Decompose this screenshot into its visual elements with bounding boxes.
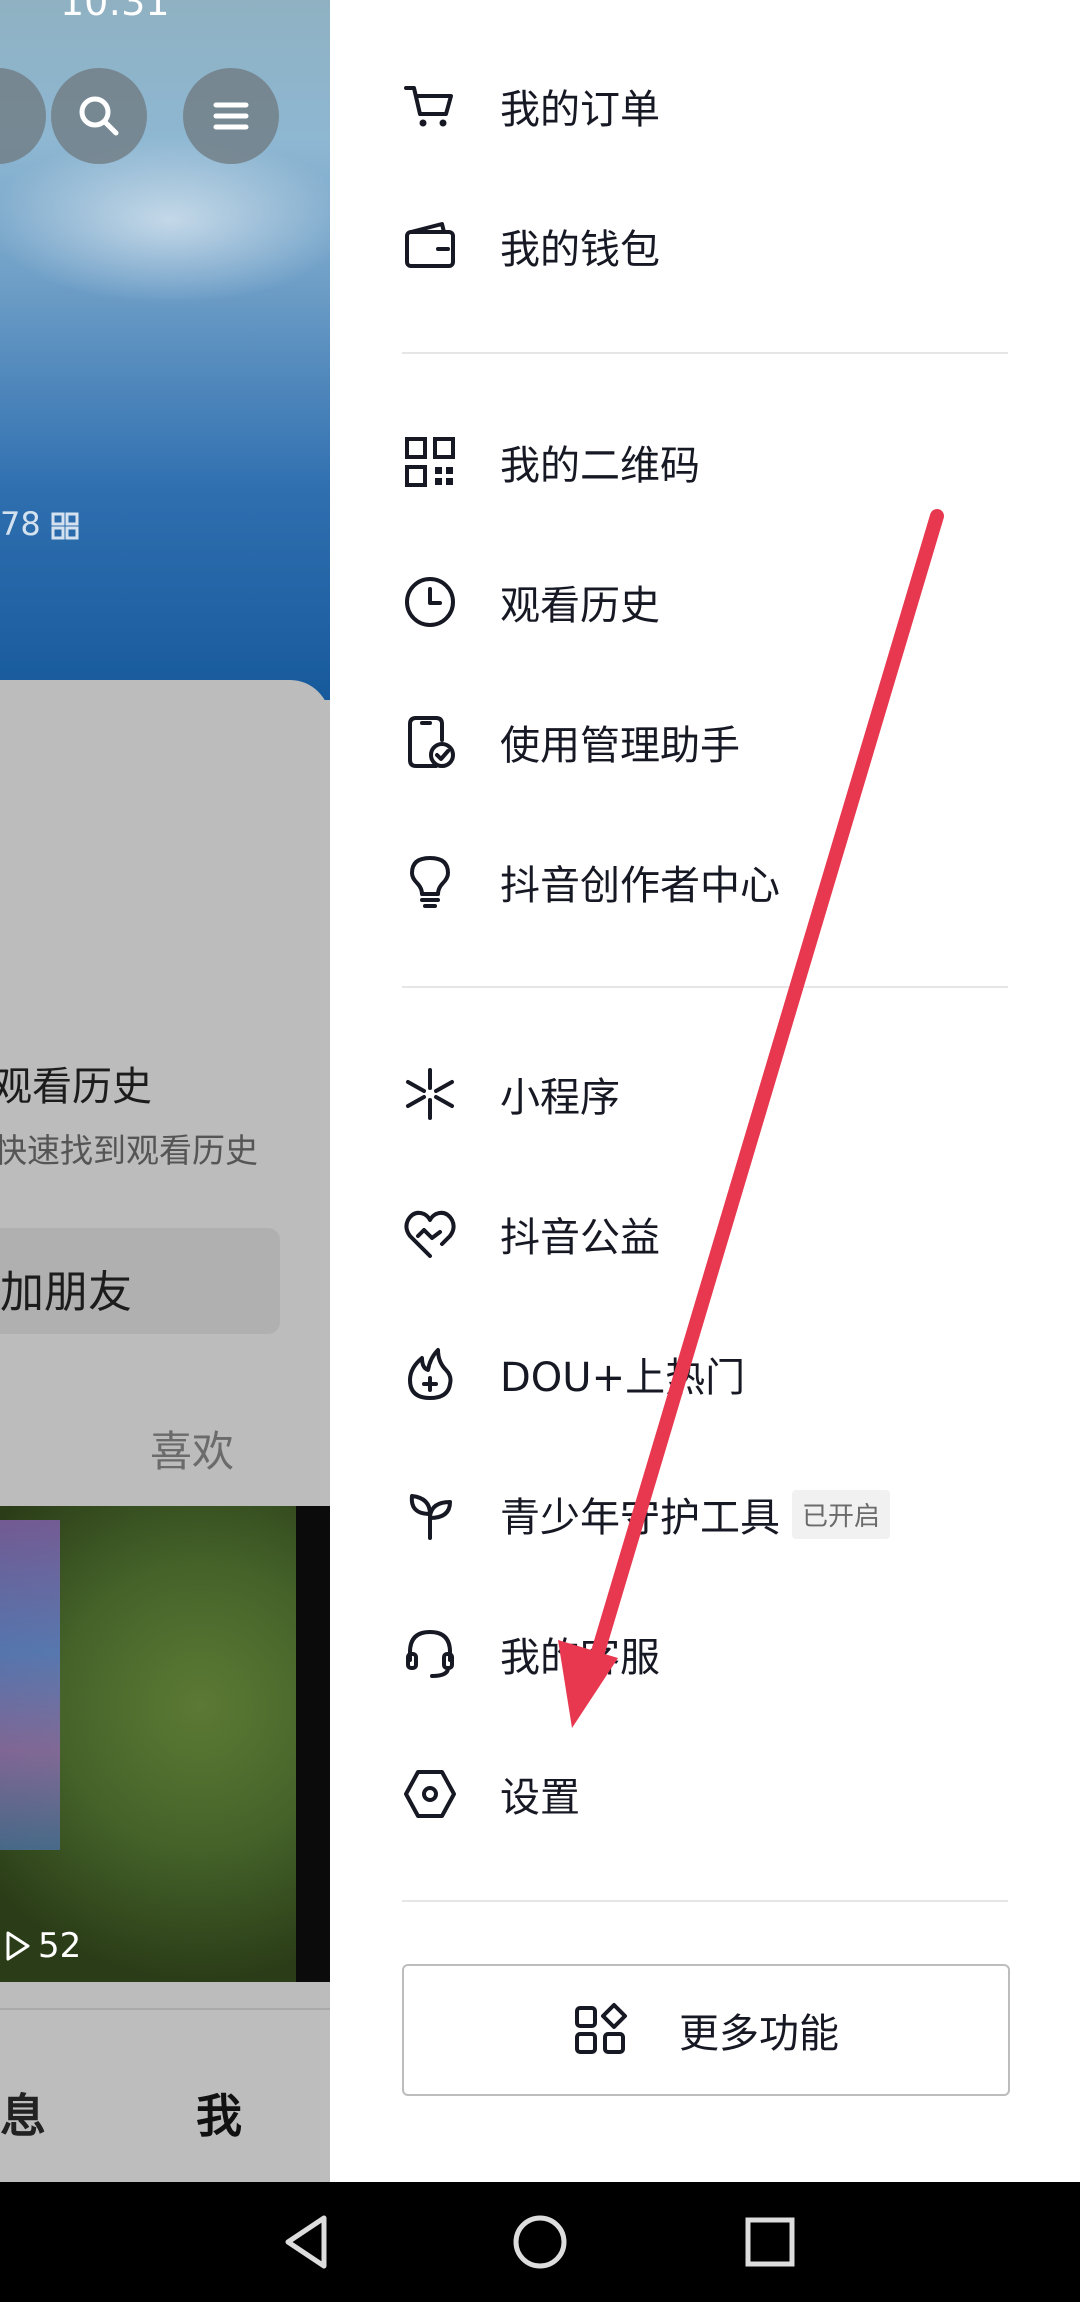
- menu-label: 我的二维码: [500, 443, 700, 489]
- menu-button[interactable]: [183, 68, 279, 164]
- menu-label: 观看历史: [500, 583, 660, 629]
- recents-icon[interactable]: [734, 2206, 806, 2278]
- lightbulb-icon: [402, 854, 458, 910]
- add-friend-label: 加朋友: [0, 1267, 132, 1318]
- menu-label: 我的钱包: [500, 227, 660, 273]
- phone-check-icon: [402, 714, 458, 770]
- menu-label: DOU+上热门: [500, 1355, 746, 1401]
- play-count-value: 52: [38, 1926, 82, 1966]
- play-icon: [6, 1931, 30, 1961]
- menu-label: 抖音公益: [500, 1215, 660, 1261]
- search-button[interactable]: [51, 68, 147, 164]
- status-time: 10:31: [60, 0, 170, 24]
- back-icon[interactable]: [272, 2206, 344, 2278]
- menu-label: 我的客服: [500, 1635, 660, 1681]
- heart-hands-icon: [402, 1206, 458, 1262]
- user-id-text: 78: [0, 505, 41, 543]
- menu-label: 抖音创作者中心: [500, 863, 780, 909]
- side-drawer: 我的订单 我的钱包 我的二维码 观看历史 使用管理助手 抖音创作者中心 小程序 …: [330, 0, 1080, 2182]
- qrcode-icon: [402, 434, 458, 490]
- search-icon: [79, 96, 119, 136]
- profile-banner: [0, 0, 330, 700]
- home-icon[interactable]: [504, 2206, 576, 2278]
- user-id-fragment: 78: [0, 505, 79, 543]
- menu-item-orders[interactable]: 我的订单: [402, 56, 1002, 156]
- nav-messages[interactable]: 消息: [0, 2080, 46, 2146]
- more-features-label: 更多功能: [679, 2011, 839, 2057]
- thumbnail-edge: [296, 1506, 330, 1982]
- mini-program-icon: [402, 1066, 458, 1122]
- divider: [402, 1900, 1008, 1902]
- background-profile-page: 10:31 78 观看历史 快速找到观看历史 加朋友 喜欢 52 息 我: [0, 0, 330, 2182]
- more-features-button[interactable]: 更多功能: [402, 1964, 1010, 2096]
- menu-label: 设置: [500, 1775, 580, 1821]
- flame-plus-icon: [402, 1346, 458, 1402]
- system-nav-bar: [0, 2182, 1080, 2302]
- menu-label: 使用管理助手: [500, 723, 740, 769]
- grid-apps-icon: [575, 2003, 627, 2054]
- add-friend-button[interactable]: 加朋友: [0, 1228, 280, 1334]
- screen: 10:31 78 观看历史 快速找到观看历史 加朋友 喜欢 52 息 我 我的订…: [0, 0, 1080, 2302]
- menu-item-customer-service[interactable]: 我的客服: [402, 1604, 1002, 1704]
- cart-icon: [402, 78, 458, 134]
- wallet-icon: [402, 218, 458, 274]
- hexagon-gear-icon: [402, 1766, 458, 1822]
- bottom-nav: 消息 我: [0, 2008, 330, 2182]
- tab-like[interactable]: 喜欢: [150, 1418, 234, 1479]
- thumbnail-strip: [0, 1520, 60, 1850]
- nav-me[interactable]: 我: [196, 2080, 242, 2146]
- history-tip-title: 观看历史: [0, 1064, 152, 1110]
- menu-item-dou-plus[interactable]: DOU+上热门: [402, 1324, 1002, 1424]
- headset-icon: [402, 1626, 458, 1682]
- menu-item-qrcode[interactable]: 我的二维码: [402, 412, 1002, 512]
- hamburger-icon: [213, 102, 249, 130]
- qrcode-small-icon: [51, 512, 79, 540]
- play-count: 52: [4, 1926, 81, 1966]
- menu-item-wallet[interactable]: 我的钱包: [402, 196, 1002, 296]
- menu-item-history[interactable]: 观看历史: [402, 552, 1002, 652]
- status-badge: 已开启: [792, 1489, 891, 1539]
- video-thumbnail[interactable]: 52: [0, 1506, 330, 1982]
- divider: [402, 352, 1008, 354]
- sprout-icon: [402, 1486, 458, 1542]
- menu-item-charity[interactable]: 抖音公益: [402, 1184, 1002, 1284]
- menu-item-teen-protection[interactable]: 青少年守护工具 已开启: [402, 1464, 1002, 1564]
- menu-item-mini-program[interactable]: 小程序: [402, 1044, 1002, 1144]
- divider: [402, 986, 1008, 988]
- menu-label: 小程序: [500, 1075, 620, 1121]
- menu-label: 我的订单: [500, 87, 660, 133]
- menu-item-settings[interactable]: 设置: [402, 1744, 1002, 1844]
- menu-item-creator-center[interactable]: 抖音创作者中心: [402, 832, 1002, 932]
- menu-item-usage-assistant[interactable]: 使用管理助手: [402, 692, 1002, 792]
- history-tip-subtitle: 快速找到观看历史: [0, 1131, 258, 1170]
- menu-label: 青少年守护工具: [500, 1495, 780, 1541]
- clock-icon: [402, 574, 458, 630]
